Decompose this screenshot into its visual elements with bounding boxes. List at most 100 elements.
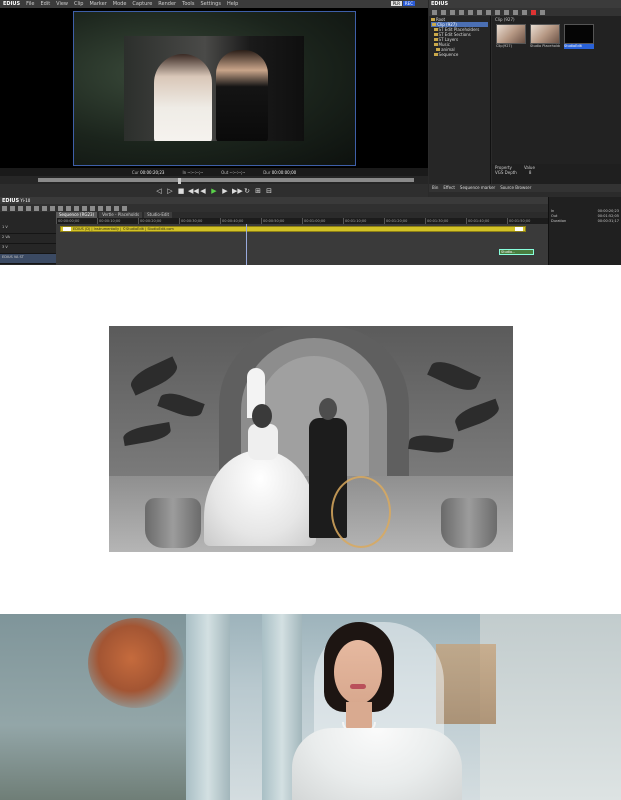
timeline-clip-label: EDIUS (D) | Instrumentally | ©StudioEdit… bbox=[73, 227, 174, 231]
menu-capture[interactable]: Capture bbox=[129, 1, 155, 7]
preview-bride bbox=[154, 54, 212, 141]
export-icon[interactable] bbox=[106, 205, 111, 211]
view-icon[interactable] bbox=[504, 9, 509, 15]
clip-thumbnail[interactable]: Clip(927) bbox=[496, 24, 526, 52]
track-header[interactable]: 2 VA bbox=[0, 234, 56, 244]
timeline-clip[interactable]: EDIUS (D) | Instrumentally | ©StudioEdit… bbox=[60, 226, 526, 232]
clip-thumbnail-selected[interactable]: StudioEdit bbox=[564, 24, 594, 52]
scrub-track[interactable] bbox=[38, 178, 414, 186]
paste-icon[interactable] bbox=[486, 9, 491, 15]
cut-icon[interactable] bbox=[468, 9, 473, 15]
undo-icon[interactable] bbox=[2, 205, 7, 211]
redo-icon[interactable] bbox=[10, 205, 15, 211]
folder-icon bbox=[436, 48, 441, 51]
clip-caption: StudioEdit bbox=[564, 44, 594, 49]
lace-gown bbox=[292, 728, 462, 800]
track-header-selected[interactable]: EDIUS VA ST bbox=[0, 254, 56, 264]
copy-icon[interactable] bbox=[477, 9, 482, 15]
insert-icon[interactable]: ⊞ bbox=[254, 187, 262, 195]
paste-icon[interactable] bbox=[34, 205, 39, 211]
delete-icon[interactable] bbox=[42, 205, 47, 211]
menu-tools[interactable]: Tools bbox=[179, 1, 197, 7]
zoom-out-icon[interactable] bbox=[122, 205, 127, 211]
corridor-background bbox=[480, 614, 621, 800]
plant-leaf bbox=[121, 421, 173, 447]
clip-tail bbox=[515, 227, 523, 231]
clip-leader bbox=[63, 227, 71, 231]
snap-icon[interactable] bbox=[66, 205, 71, 211]
menu-clip[interactable]: Clip bbox=[71, 1, 86, 7]
pillar bbox=[186, 614, 230, 800]
menu-file[interactable]: File bbox=[23, 1, 37, 7]
track-header[interactable]: 3 V bbox=[0, 244, 56, 254]
track-headers: 1 V 2 VA 3 V EDIUS VA ST bbox=[0, 212, 56, 265]
loop-icon[interactable]: ↻ bbox=[243, 187, 251, 195]
overwrite-icon[interactable]: ⊟ bbox=[265, 187, 273, 195]
menu-view[interactable]: View bbox=[53, 1, 71, 7]
in-timecode: In --:--:--;-- bbox=[182, 169, 204, 175]
scrub-bar[interactable] bbox=[0, 176, 428, 186]
tab-source-browser[interactable]: Source Browser bbox=[500, 184, 531, 192]
menu-help[interactable]: Help bbox=[224, 1, 241, 7]
recorder-mode-button[interactable]: REC bbox=[402, 1, 415, 6]
timeline-titlebar: EDIUS Yi-10 bbox=[0, 197, 548, 204]
fast-forward-icon[interactable]: ▶▶ bbox=[232, 187, 243, 195]
bin-titlebar: EDIUS bbox=[429, 0, 621, 8]
bw-wedding-photo bbox=[109, 326, 513, 552]
plant-leaf bbox=[127, 356, 181, 396]
split-icon[interactable] bbox=[58, 205, 63, 211]
mark-in-icon[interactable]: ◁ bbox=[155, 187, 163, 195]
clip-path-label: Clip (927) bbox=[495, 17, 515, 22]
play-icon[interactable]: ▶ bbox=[210, 187, 218, 195]
player-titlebar: EDIUS File Edit View Clip Marker Mode Ca… bbox=[0, 0, 428, 8]
mark-out-icon[interactable]: ▷ bbox=[166, 187, 174, 195]
step-forward-icon[interactable]: ▶ bbox=[221, 187, 229, 195]
step-back-icon[interactable]: ◀ bbox=[199, 187, 207, 195]
tree-item-sequence[interactable]: Sequence bbox=[431, 52, 488, 57]
tab-bin[interactable]: Bin bbox=[432, 184, 438, 192]
tab-effect[interactable]: Effect bbox=[443, 184, 455, 192]
cur-timecode: Cur 00:00:20;23 bbox=[131, 169, 165, 175]
menu-mode[interactable]: Mode bbox=[110, 1, 130, 7]
menu-edit[interactable]: Edit bbox=[37, 1, 53, 7]
folder-icon[interactable] bbox=[432, 9, 437, 15]
menu-marker[interactable]: Marker bbox=[86, 1, 109, 7]
rewind-icon[interactable]: ◀◀ bbox=[188, 187, 199, 195]
playhead[interactable] bbox=[246, 224, 247, 265]
title-icon[interactable] bbox=[90, 205, 95, 211]
clip-thumb-image bbox=[496, 24, 526, 44]
properties-icon[interactable] bbox=[495, 9, 500, 15]
delete-icon[interactable] bbox=[531, 9, 536, 15]
tab-sequence-marker[interactable]: Sequence marker bbox=[460, 184, 495, 192]
stop-icon[interactable]: ■ bbox=[177, 187, 185, 195]
bin-tab-bar: Bin Effect Sequence marker Source Browse… bbox=[429, 184, 621, 192]
timecode-bar: Cur 00:00:20;23 In --:--:--;-- Out --:--… bbox=[0, 168, 428, 176]
clip-thumbnail[interactable]: Studio Placeholders bbox=[530, 24, 560, 52]
ripple-icon[interactable] bbox=[50, 205, 55, 211]
copy-icon[interactable] bbox=[26, 205, 31, 211]
player-panel: EDIUS File Edit View Clip Marker Mode Ca… bbox=[0, 0, 428, 197]
folder-icon bbox=[433, 53, 438, 56]
zoom-in-icon[interactable] bbox=[114, 205, 119, 211]
dur-timecode: Dur 00:00:00;00 bbox=[263, 169, 297, 175]
track-header[interactable]: 1 V bbox=[0, 224, 56, 234]
clip-info-panel: In 00:00:20;23 Out 00:01:52;05 Duration 00:… bbox=[548, 197, 621, 265]
menu-render[interactable]: Render bbox=[155, 1, 179, 7]
folder-icon bbox=[433, 38, 438, 41]
studio-clip[interactable]: Studio... bbox=[499, 249, 534, 255]
menu-settings[interactable]: Settings bbox=[197, 1, 224, 7]
track-area[interactable]: EDIUS (D) | Instrumentally | ©StudioEdit… bbox=[56, 224, 548, 265]
search-icon[interactable] bbox=[441, 9, 446, 15]
player-mode-button[interactable]: PLR bbox=[390, 1, 402, 6]
folder-icon bbox=[433, 28, 438, 31]
link-icon[interactable] bbox=[522, 9, 527, 15]
add-clip-icon[interactable] bbox=[459, 9, 464, 15]
up-icon[interactable] bbox=[450, 9, 455, 15]
render-icon[interactable] bbox=[98, 205, 103, 211]
sync-icon[interactable] bbox=[74, 205, 79, 211]
add-icon[interactable] bbox=[513, 9, 518, 15]
settings-icon[interactable] bbox=[540, 9, 545, 15]
cut-icon[interactable] bbox=[18, 205, 23, 211]
marker-icon[interactable] bbox=[82, 205, 87, 211]
autumn-tree bbox=[88, 618, 184, 708]
